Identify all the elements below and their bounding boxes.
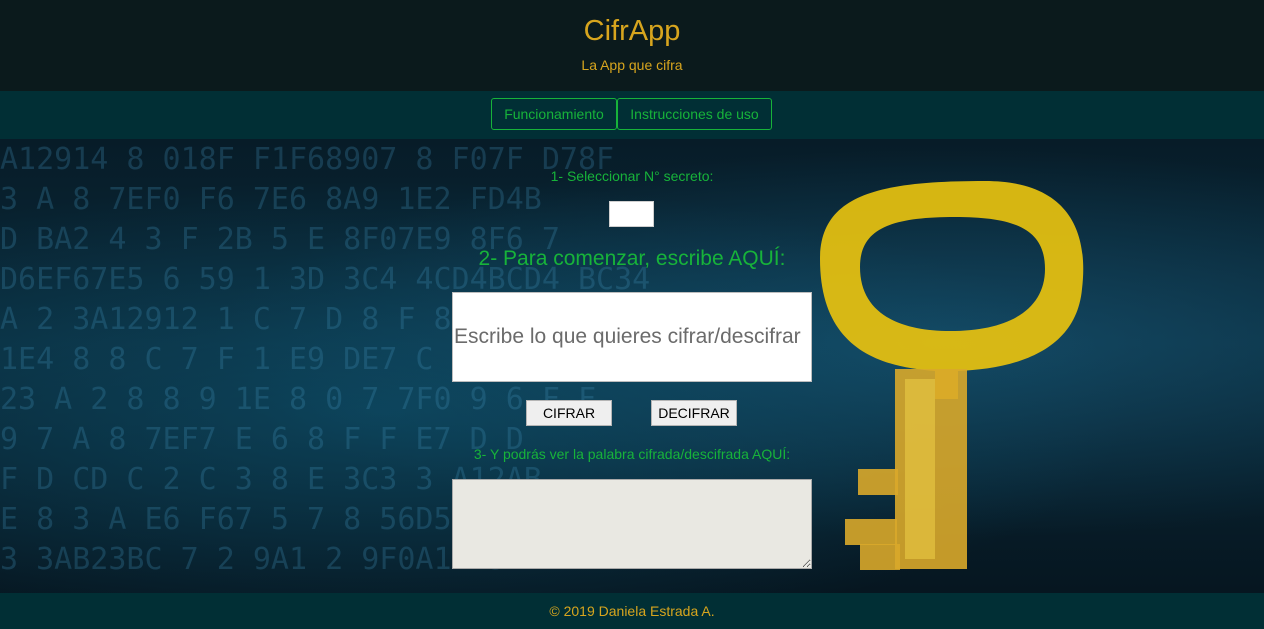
- nav-instrucciones-button[interactable]: Instrucciones de uso: [617, 98, 772, 130]
- main-content: A12914 8 018F F1F68907 8 F07F D78F 3 A 8 …: [0, 139, 1264, 593]
- step3-label: 3- Y podrás ver la palabra cifrada/desci…: [473, 446, 791, 462]
- step1-label: 1- Seleccionar N° secreto:: [550, 168, 714, 184]
- background-hex-row: 3 3AB23BC 7 2 9A1 2 9F0A12 3: [0, 542, 506, 577]
- background-hex-row: 1E4 8 8 C 7 F 1 E9 DE7 C 7 C: [0, 342, 506, 377]
- app-title: CifrApp: [583, 15, 681, 47]
- app-header: CifrApp La App que cifra: [0, 0, 1264, 91]
- background-hex-row: 3 A 8 7EF0 F6 7E6 8A9 1E2 FD4B: [0, 182, 542, 217]
- step2-label: 2- Para comenzar, escribe AQUÍ:: [478, 247, 786, 270]
- footer-copyright: © 2019 Daniela Estrada A.: [549, 603, 715, 619]
- nav-funcionamiento-button[interactable]: Funcionamiento: [491, 98, 617, 130]
- decifrar-button[interactable]: DECIFRAR: [651, 400, 737, 426]
- message-input[interactable]: [452, 292, 812, 382]
- result-textarea[interactable]: [452, 479, 812, 569]
- cifrar-button[interactable]: CIFRAR: [526, 400, 612, 426]
- secret-number-input[interactable]: [609, 201, 654, 227]
- background-hex-row: E 8 3 A E6 F67 5 7 8 56D5 6D: [0, 502, 506, 537]
- app-subtitle: La App que cifra: [581, 57, 683, 73]
- golden-key-icon: [820, 181, 1084, 570]
- background-hex-row: 23 A 2 8 8 9 1E 8 0 7 7F0 9 6 F F: [0, 382, 596, 417]
- footer: © 2019 Daniela Estrada A.: [0, 593, 1264, 629]
- nav-bar: Funcionamiento Instrucciones de uso: [0, 91, 1264, 139]
